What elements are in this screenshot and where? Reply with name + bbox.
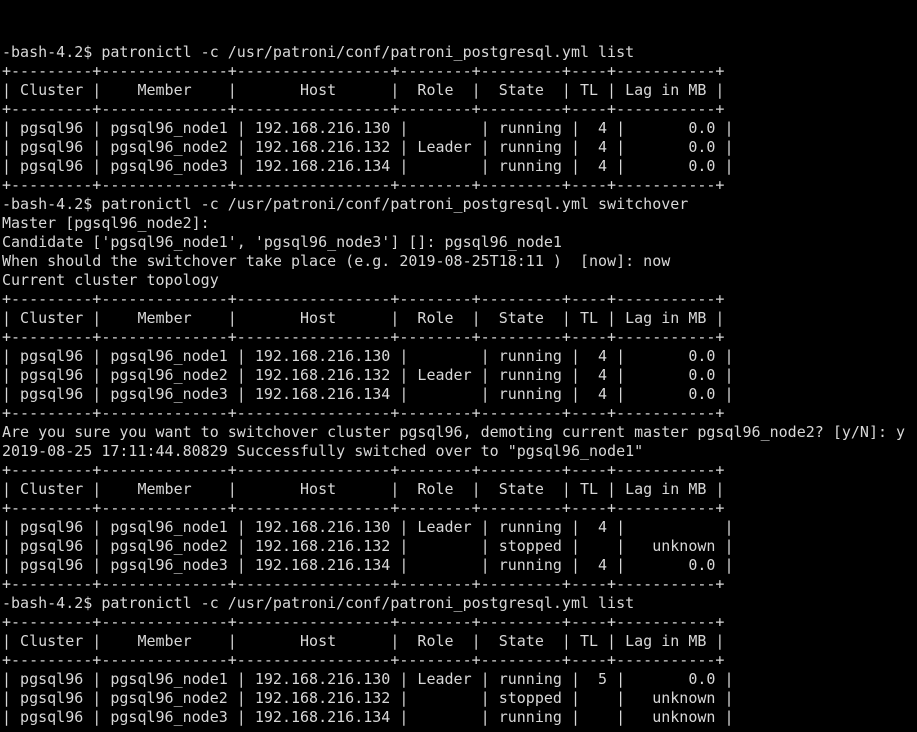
terminal-output: -bash-4.2$ patronictl -c /usr/patroni/co… bbox=[2, 43, 917, 732]
terminal-line: | pgsql96 | pgsql96_node3 | 192.168.216.… bbox=[2, 708, 734, 726]
terminal-line: | pgsql96 | pgsql96_node1 | 192.168.216.… bbox=[2, 347, 734, 365]
terminal-line: Are you sure you want to switchover clus… bbox=[2, 423, 906, 441]
terminal-line: | Cluster | Member | Host | Role | State… bbox=[2, 81, 725, 99]
terminal-line: | pgsql96 | pgsql96_node1 | 192.168.216.… bbox=[2, 119, 734, 137]
terminal-line: | pgsql96 | pgsql96_node2 | 192.168.216.… bbox=[2, 366, 734, 384]
terminal-line: 2019-08-25 17:11:44.80829 Successfully s… bbox=[2, 442, 644, 460]
terminal-line: +---------+--------------+--------------… bbox=[2, 328, 725, 346]
terminal-line: | Cluster | Member | Host | Role | State… bbox=[2, 632, 725, 650]
terminal-line: +---------+--------------+--------------… bbox=[2, 176, 725, 194]
terminal-line: | pgsql96 | pgsql96_node3 | 192.168.216.… bbox=[2, 556, 734, 574]
terminal-screen[interactable]: -bash-4.2$ patronictl -c /usr/patroni/co… bbox=[0, 0, 917, 732]
terminal-line: | pgsql96 | pgsql96_node3 | 192.168.216.… bbox=[2, 385, 734, 403]
terminal-line: +---------+--------------+--------------… bbox=[2, 290, 725, 308]
terminal-line: +---------+--------------+--------------… bbox=[2, 613, 725, 631]
terminal-line: +---------+--------------+--------------… bbox=[2, 651, 725, 669]
terminal-line: When should the switchover take place (e… bbox=[2, 252, 671, 270]
terminal-line: -bash-4.2$ patronictl -c /usr/patroni/co… bbox=[2, 594, 635, 612]
terminal-line: Master [pgsql96_node2]: bbox=[2, 214, 210, 232]
terminal-line: +---------+--------------+--------------… bbox=[2, 404, 725, 422]
terminal-line: | pgsql96 | pgsql96_node2 | 192.168.216.… bbox=[2, 689, 734, 707]
terminal-line: | pgsql96 | pgsql96_node1 | 192.168.216.… bbox=[2, 670, 734, 688]
terminal-line: +---------+--------------+--------------… bbox=[2, 62, 725, 80]
terminal-line: +---------+--------------+--------------… bbox=[2, 461, 725, 479]
terminal-line: +---------+--------------+--------------… bbox=[2, 100, 725, 118]
terminal-line: | pgsql96 | pgsql96_node2 | 192.168.216.… bbox=[2, 537, 734, 555]
terminal-line: | pgsql96 | pgsql96_node2 | 192.168.216.… bbox=[2, 138, 734, 156]
terminal-line: | pgsql96 | pgsql96_node3 | 192.168.216.… bbox=[2, 157, 734, 175]
terminal-line: -bash-4.2$ patronictl -c /usr/patroni/co… bbox=[2, 43, 635, 61]
terminal-line: Candidate ['pgsql96_node1', 'pgsql96_nod… bbox=[2, 233, 562, 251]
terminal-line: | Cluster | Member | Host | Role | State… bbox=[2, 309, 725, 327]
terminal-line: | pgsql96 | pgsql96_node1 | 192.168.216.… bbox=[2, 518, 734, 536]
terminal-line: +---------+--------------+--------------… bbox=[2, 727, 917, 732]
terminal-line: Current cluster topology bbox=[2, 271, 219, 289]
terminal-line: | Cluster | Member | Host | Role | State… bbox=[2, 480, 725, 498]
terminal-line: -bash-4.2$ patronictl -c /usr/patroni/co… bbox=[2, 195, 689, 213]
terminal-line: +---------+--------------+--------------… bbox=[2, 499, 725, 517]
terminal-line: +---------+--------------+--------------… bbox=[2, 575, 725, 593]
